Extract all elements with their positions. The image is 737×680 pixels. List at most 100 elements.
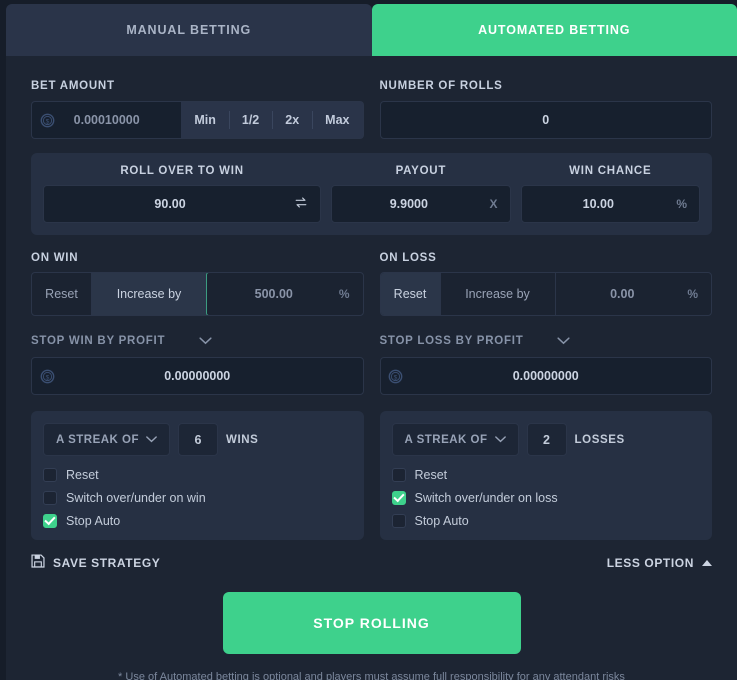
stop-rolling-button[interactable]: STOP ROLLING [222,592,521,654]
chevron-down-icon[interactable] [199,332,212,350]
on-win-increase-button[interactable]: Increase by [92,273,207,315]
streak-loss-option-reset[interactable]: Reset [391,468,701,482]
on-loss-label: ON LOSS [379,252,437,264]
stop-win-input[interactable]: $ 0.00000000 [31,357,364,395]
amount-rolls-row: BET AMOUNT $ 0.00010000 Min 1/2 2x Max N… [6,56,737,139]
bet-amount-group: BET AMOUNT $ 0.00010000 Min 1/2 2x Max [31,80,364,139]
odds-card: ROLL OVER TO WIN 90.00 PAYOUT 9.9000 X W… [31,153,712,235]
on-win-reset-button[interactable]: Reset [32,273,92,315]
tab-manual-betting[interactable]: MANUAL BETTING [6,4,372,56]
checkbox-icon[interactable] [43,491,57,505]
win-chance-input[interactable]: 10.00 % [520,185,700,223]
streak-loss-option-switch[interactable]: Switch over/under on loss [391,491,701,505]
on-loss-percent-suffix: % [687,287,698,301]
bet-double-button[interactable]: 2x [272,102,312,138]
chevron-down-icon[interactable] [557,332,571,350]
on-loss-reset-button[interactable]: Reset [380,273,441,315]
number-of-rolls-input[interactable]: 0 [379,101,712,139]
roll-over-group: ROLL OVER TO WIN 90.00 [43,165,322,223]
streak-loss-row: A STREAK OF 2 LOSSES [391,423,701,456]
payout-label: PAYOUT [395,165,447,177]
number-of-rolls-group: NUMBER OF ROLLS 0 [379,80,712,139]
stop-loss-header[interactable]: STOP LOSS BY PROFIT [380,332,713,350]
payout-value: 9.9000 [389,197,428,211]
stop-win-group: STOP WIN BY PROFIT $ 0.00000000 [31,332,364,395]
stop-loss-group: STOP LOSS BY PROFIT $ 0.00000000 [379,332,713,395]
streak-win-count[interactable]: 6 [178,423,219,456]
streak-loss-unit: LOSSES [574,433,625,446]
stop-win-label: STOP WIN BY PROFIT [31,335,166,347]
streak-loss-option-switch-label: Switch over/under on loss [414,491,558,505]
coin-dollar-icon: $ [381,369,411,384]
checkbox-icon[interactable] [391,468,406,482]
on-win-loss-row: ON WIN Reset Increase by 500.00 % ON LOS… [6,235,737,316]
payout-suffix: X [489,197,498,211]
save-strategy-label: SAVE STRATEGY [53,555,161,570]
bet-amount-value: 0.00010000 [73,113,140,127]
checkbox-checked-icon[interactable] [43,514,57,528]
streak-win-option-reset-label: Reset [66,468,99,482]
streak-win-select[interactable]: A STREAK OF [43,423,171,456]
stop-win-value: 0.00000000 [164,369,231,383]
automated-betting-panel: BET AMOUNT $ 0.00010000 Min 1/2 2x Max N… [6,56,737,680]
on-loss-increase-button[interactable]: Increase by [441,273,556,315]
roll-over-input[interactable]: 90.00 [43,185,322,223]
on-loss-group: ON LOSS Reset Increase by 0.00 % [379,252,712,316]
win-chance-value: 10.00 [582,197,614,211]
streak-win-card: A STREAK OF 6 WINS Reset Switch over/und… [31,411,364,540]
number-of-rolls-value: 0 [542,113,550,127]
less-option-button[interactable]: LESS OPTION [607,556,712,570]
tab-automated-betting-label: AUTOMATED BETTING [478,23,631,37]
bet-half-button[interactable]: 1/2 [228,102,272,138]
bet-max-button[interactable]: Max [312,102,362,138]
on-win-label: ON WIN [31,252,79,264]
streak-win-option-reset[interactable]: Reset [43,468,352,482]
streak-loss-option-stop-auto[interactable]: Stop Auto [391,514,701,528]
automated-betting-page: MANUAL BETTING AUTOMATED BETTING BET AMO… [0,0,737,680]
chevron-down-icon [146,436,157,443]
odds-section: ROLL OVER TO WIN 90.00 PAYOUT 9.9000 X W… [6,139,737,235]
bet-amount-quick-buttons: Min 1/2 2x Max [181,101,364,139]
roll-over-value: 90.00 [154,197,186,211]
on-win-percent-suffix: % [338,287,350,301]
streak-win-option-stop-auto[interactable]: Stop Auto [43,514,352,528]
odds-row: ROLL OVER TO WIN 90.00 PAYOUT 9.9000 X W… [43,165,700,223]
on-win-group: ON WIN Reset Increase by 500.00 % [31,252,364,316]
streak-loss-option-reset-label: Reset [414,468,448,482]
streak-loss-select[interactable]: A STREAK OF [391,423,519,456]
on-loss-percent-input[interactable]: 0.00 % [556,273,712,315]
stop-win-header[interactable]: STOP WIN BY PROFIT [31,332,364,350]
streak-loss-count[interactable]: 2 [526,423,567,456]
streak-win-row: A STREAK OF 6 WINS [43,423,352,456]
floppy-disk-icon [31,554,45,571]
win-chance-suffix: % [676,197,687,211]
stop-loss-input[interactable]: $ 0.00000000 [379,357,712,395]
bet-min-button[interactable]: Min [181,102,229,138]
checkbox-icon[interactable] [43,468,57,482]
streak-win-option-stop-auto-label: Stop Auto [66,514,121,528]
on-win-percent-input[interactable]: 500.00 % [206,273,363,315]
roll-over-label: ROLL OVER TO WIN [120,165,244,177]
chevron-down-icon [494,436,506,443]
bet-amount-label: BET AMOUNT [31,80,115,92]
svg-text:$: $ [45,374,49,381]
cta-section: STOP ROLLING * Use of Automated betting … [6,571,737,680]
stop-loss-value: 0.00000000 [512,369,579,383]
betting-mode-tabs: MANUAL BETTING AUTOMATED BETTING [6,4,737,56]
on-win-control: Reset Increase by 500.00 % [31,272,364,316]
tab-automated-betting[interactable]: AUTOMATED BETTING [371,4,737,56]
streak-win-option-switch-label: Switch over/under on win [66,491,206,505]
checkbox-checked-icon[interactable] [391,491,406,505]
streak-win-unit: WINS [226,433,259,446]
swap-arrows-icon[interactable] [294,196,308,213]
streak-win-option-switch[interactable]: Switch over/under on win [43,491,352,505]
bet-amount-input[interactable]: $ 0.00010000 [31,101,182,139]
streak-row: A STREAK OF 6 WINS Reset Switch over/und… [6,395,737,540]
stop-loss-label: STOP LOSS BY PROFIT [379,335,524,347]
streak-loss-select-label: A STREAK OF [404,433,488,446]
svg-text:$: $ [45,118,49,125]
bet-amount-control: $ 0.00010000 Min 1/2 2x Max [31,101,364,139]
payout-input[interactable]: 9.9000 X [331,185,511,223]
checkbox-icon[interactable] [391,514,406,528]
save-strategy-button[interactable]: SAVE STRATEGY [31,554,160,571]
